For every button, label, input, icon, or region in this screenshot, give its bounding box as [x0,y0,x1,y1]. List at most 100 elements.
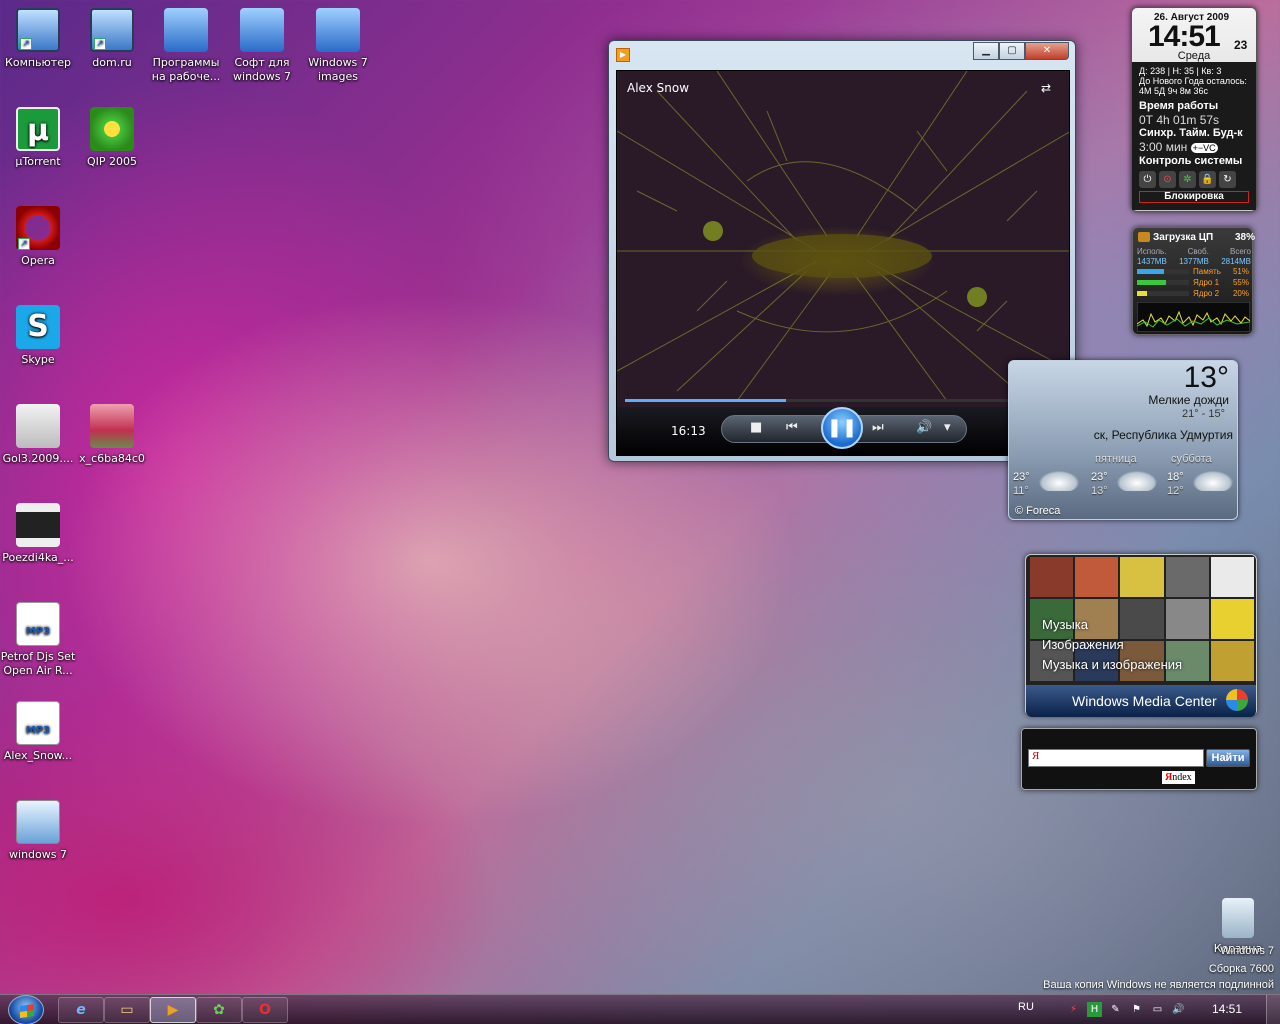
clock-time: 14:51 [1148,20,1221,53]
close-button[interactable]: ✕ [1025,42,1069,60]
desktop-icon-label: Программы на рабоче... [151,56,221,83]
desktop-icon-utorrent[interactable]: µ µTorrent [0,107,76,169]
volume-menu-icon[interactable]: ▾ [944,420,951,435]
desktop-icon-label: Компьютер [5,56,71,69]
taskbar-opera-button[interactable]: O [242,997,288,1023]
language-indicator[interactable]: RU [1018,1001,1034,1013]
desktop-icon-programs-folder[interactable]: Программы на рабоче... [148,8,224,84]
media-player-icon: ▶ [167,1002,179,1018]
taskbar-clock[interactable]: 14:51 [1212,1002,1242,1016]
desktop-icon-images-folder[interactable]: Windows 7 images [300,8,376,84]
recycle-bin-icon [1222,898,1254,938]
memory-columns: Исполь. Своб. Всего [1137,247,1251,256]
desktop-icon-label: Petrof Djs Set Open Air R... [0,650,76,677]
switch-view-icon[interactable]: ⇄ [1041,81,1057,95]
tray-flash-icon[interactable]: ⚡ [1066,1002,1081,1017]
media-center-gadget[interactable]: Музыка Изображения Музыка и изображения … [1025,554,1257,717]
action-center-flag-icon[interactable]: ⚑ [1129,1002,1144,1017]
media-center-title[interactable]: Windows Media Center [1026,685,1256,717]
mp3-file-icon: MP3 [16,701,60,745]
yandex-find-button[interactable]: Найти [1206,749,1250,767]
genuine-warning: Ваша копия Windows не является подлинной [1043,979,1274,991]
yandex-search-gadget[interactable]: Я Найти Яndex [1021,728,1257,790]
folder-icon [240,8,284,52]
core2-bar [1137,291,1148,296]
desktop-icon-photo[interactable]: x_c6ba84c0 [74,404,150,466]
qip-icon: ✿ [213,1002,225,1018]
desktop-icon-poezdi4ka-video[interactable]: Poezdi4ka_... [0,503,76,565]
desktop-icon-label: Windows 7 images [308,56,368,83]
lock-button[interactable]: Блокировка [1139,191,1249,203]
show-desktop-button[interactable] [1266,995,1280,1024]
memory-label: Память [1193,267,1221,276]
desktop-icon-label: x_c6ba84c0 [79,452,145,465]
desktop-icon-label: µTorrent [15,155,61,168]
desktop-icon-computer[interactable]: ↗ Компьютер [0,8,76,70]
taskbar-qip-button[interactable]: ✿ [196,997,242,1023]
sleep-icon[interactable]: ✲ [1179,171,1196,188]
tray-h-icon[interactable]: H [1087,1002,1102,1017]
shortcut-arrow-icon: ↗ [94,38,106,50]
pause-button[interactable]: ❚❚ [821,407,863,449]
media-center-menu: Музыка Изображения Музыка и изображения [1042,615,1182,675]
next-button[interactable]: ⏭ [872,420,884,435]
desktop-icon-windows7-shot[interactable]: windows 7 [0,800,76,862]
clock-gadget[interactable]: 26. Август 2009 14:51 23 Среда Д: 238 | … [1131,7,1257,212]
temperature-range: 21° - 15° [1181,408,1225,420]
volume-icon[interactable]: 🔊 [916,420,932,435]
taskbar-ie-button[interactable]: e [58,997,104,1023]
desktop-icon-alexsnow-mp3[interactable]: MP3 Alex_Snow... [0,701,76,763]
uptime-value: 0Т 4h 01m 57s [1139,113,1220,127]
taskbar-media-player-button[interactable]: ▶ [150,997,196,1023]
seek-bar[interactable] [625,399,1061,402]
restart-icon[interactable]: ⊙ [1159,171,1176,188]
seek-progress [625,399,787,402]
desktop-icon-opera[interactable]: ↗ Opera [0,206,76,268]
desktop-icon-domru[interactable]: ↗ dom.ru [74,8,150,70]
desktop-icon-soft-folder[interactable]: Софт для windows 7 [224,8,300,84]
clock-weekday: Среда [1177,50,1211,62]
media-player-window[interactable]: ▶ ▁ ▢ ✕ Alex Snow ⇄ 16:13 ■ ⏮ ⏭ 🔊 ▾ ❚❚ [608,40,1076,462]
volume-icon[interactable]: 🔊 [1171,1002,1186,1017]
core1-pct: 55% [1232,278,1249,287]
desktop-icon-qip[interactable]: QIP 2005 [74,107,150,169]
stop-button[interactable]: ■ [750,420,762,435]
menu-music[interactable]: Музыка [1042,615,1182,635]
elapsed-time: 16:13 [671,424,706,438]
desktop-icon-label: Opera [21,254,55,267]
start-button[interactable] [8,995,44,1024]
opera-icon: ↗ [16,206,60,250]
val-free: 1377MB [1179,257,1209,266]
core2-pct: 20% [1232,289,1249,298]
opera-icon: O [259,1002,271,1018]
cpu-meter-gadget[interactable]: Загрузка ЦП 38% Исполь. Своб. Всего 1437… [1132,227,1255,335]
current-temperature: 13° [1183,361,1229,394]
track-title: Alex Snow [627,81,690,95]
weather-gadget[interactable]: 13° Мелкие дожди 21° - 15° ск, Республик… [1008,360,1238,520]
minimize-button[interactable]: ▁ [973,42,999,60]
desktop-icon-skype[interactable]: S Skype [0,305,76,367]
desktop-icon-label: Skype [21,353,55,366]
menu-pictures[interactable]: Изображения [1042,635,1182,655]
timer-controls[interactable]: +−VC [1190,143,1218,153]
lock-icon[interactable]: 🔒 [1199,171,1216,188]
yandex-search-input[interactable]: Я [1028,749,1204,767]
desktop-icon-label: Gol3.2009.... [2,452,74,465]
core1-row: Ядро 1 55% [1137,278,1251,287]
previous-button[interactable]: ⏮ [786,420,798,435]
weather-provider[interactable]: © Foreca [1015,505,1060,517]
desktop-icon-petrof-mp3[interactable]: MP3 Petrof Djs Set Open Air R... [0,602,76,678]
visualization-area[interactable]: Alex Snow ⇄ 16:13 ■ ⏮ ⏭ 🔊 ▾ ❚❚ ⤢ [616,70,1070,456]
tray-pen-icon[interactable]: ✎ [1108,1002,1123,1017]
shortcut-arrow-icon: ↗ [20,38,32,50]
shutdown-icon[interactable]: ⏻ [1139,171,1156,188]
network-icon[interactable]: ▭ [1150,1002,1165,1017]
taskbar-explorer-button[interactable]: ▭ [104,997,150,1023]
maximize-button[interactable]: ▢ [999,42,1025,60]
desktop-icon-label: Alex_Snow... [3,749,73,762]
logoff-icon[interactable]: ↻ [1219,171,1236,188]
new-year-countdown: 4М 5Д 9ч 8м 36с [1139,86,1209,96]
val-total: 2814MB [1221,257,1251,266]
desktop-icon-gol3-video[interactable]: Gol3.2009.... [0,404,76,466]
menu-music-and-pictures[interactable]: Музыка и изображения [1042,655,1182,675]
